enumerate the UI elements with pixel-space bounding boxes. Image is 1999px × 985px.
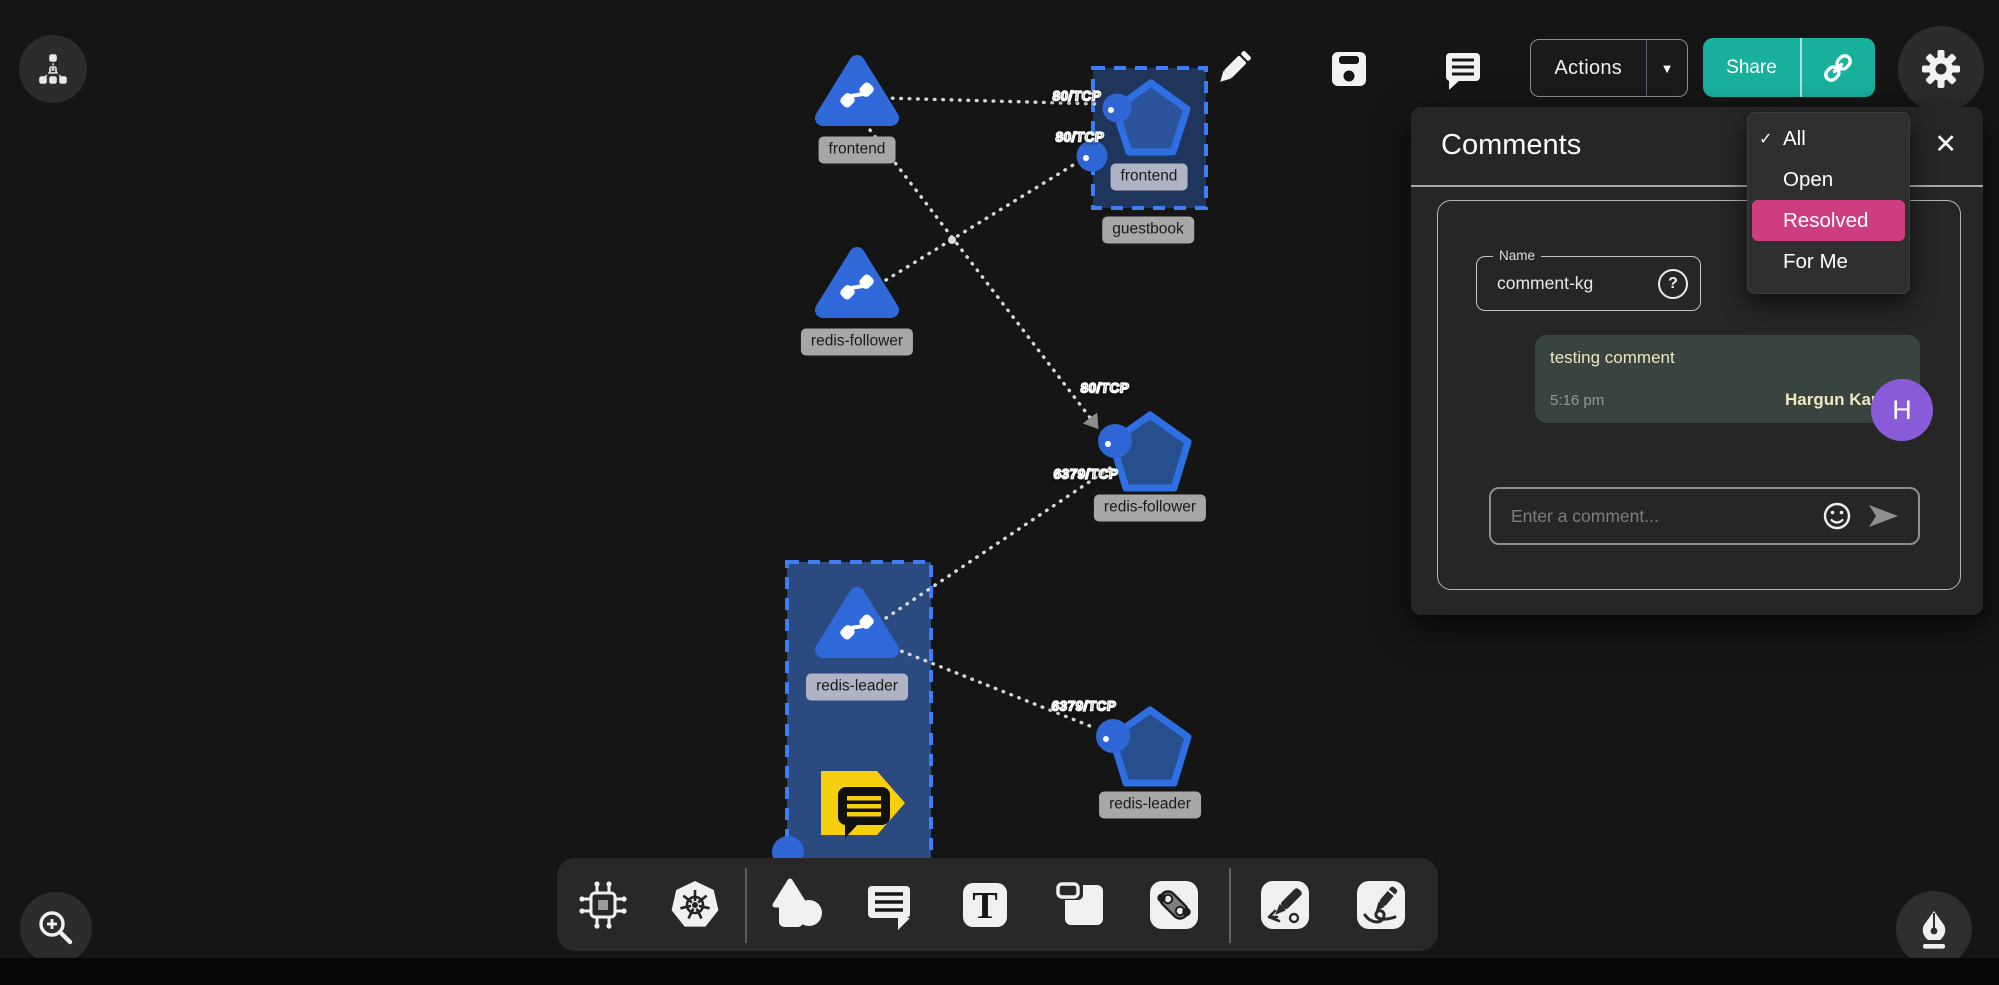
comment-composer[interactable] [1489,487,1920,545]
comment-input[interactable] [1491,489,1822,543]
toolbar-divider [745,868,747,943]
note-icon [1055,879,1107,931]
emoji-icon[interactable] [1822,501,1852,531]
node-label-frontend-service[interactable]: frontend [819,137,896,164]
send-icon[interactable] [1866,501,1900,531]
port-label: 80/TCP [1080,381,1130,396]
port-circle[interactable] [1077,141,1108,172]
kubernetes-icon [668,878,722,932]
node-label-redis-leader-pod[interactable]: redis-leader [1099,792,1201,819]
comment-item[interactable]: testing comment 5:16 pm Hargun Kaur H [1535,335,1920,423]
edge-redisfollower-guestbook [886,162,1078,280]
comment-tool-button[interactable] [864,880,914,930]
toolbar-divider [1229,868,1231,943]
help-icon[interactable]: ? [1658,269,1688,299]
canvas-bottom-strip [0,958,1999,985]
port-label: 80/TCP [1052,89,1102,104]
node-label-redis-follower-pod[interactable]: redis-follower [1094,495,1206,522]
port-label: 6379/TCP [1053,467,1119,482]
port-label: 80/TCP [1055,130,1105,145]
edge-crossing-dot [948,236,956,244]
text-tool-icon: T [959,879,1011,931]
node-label-guestbook-pod[interactable]: frontend [1111,164,1188,191]
edge-frontend-redisfollower [870,130,1098,428]
filter-option-all[interactable]: ✓ All [1748,118,1909,159]
node-label-guestbook-group[interactable]: guestbook [1102,217,1194,244]
filter-option-for-me[interactable]: For Me [1748,241,1909,282]
chain-link-icon [1147,878,1201,932]
connector-tool-button[interactable] [1147,878,1201,932]
filter-option-open[interactable]: Open [1748,159,1909,200]
port-circle[interactable] [1096,719,1130,753]
pencil-scribble-icon [1354,878,1408,932]
pen-tool-button[interactable] [1258,878,1312,932]
filter-option-resolved[interactable]: Resolved [1752,200,1905,241]
shapes-tool-button[interactable] [769,877,825,933]
kubernetes-tool-button[interactable] [668,878,722,932]
bottom-toolbar: T [557,858,1438,951]
chip-icon [577,879,629,931]
comment-text: testing comment [1550,348,1675,368]
comment-tool-icon [864,880,914,930]
panel-title: Comments [1441,129,1581,162]
note-tool-button[interactable] [1055,879,1107,931]
svg-text:T: T [972,885,997,927]
port-circle[interactable] [1098,424,1132,458]
port-label: 6379/TCP [1051,699,1117,714]
name-input[interactable] [1497,257,1637,310]
node-label-redis-leader-service[interactable]: redis-leader [806,674,908,701]
close-icon[interactable]: ✕ [1934,131,1957,158]
comment-timestamp: 5:16 pm [1550,392,1604,409]
node-label-redis-follower-service[interactable]: redis-follower [801,329,913,356]
pen-path-icon [1258,878,1312,932]
check-icon: ✓ [1759,129,1783,149]
service-node-redis-follower[interactable] [823,255,891,310]
port-circle[interactable] [1103,94,1132,123]
shapes-icon [769,877,825,933]
avatar: H [1871,379,1933,441]
scribble-tool-button[interactable] [1354,878,1408,932]
comments-filter-menu: ✓ All Open Resolved For Me [1747,112,1910,294]
text-tool-button[interactable]: T [959,879,1011,931]
service-node-frontend[interactable] [823,63,891,118]
edge-redisleader-redisfollower [886,468,1110,618]
architecture-tool-button[interactable] [577,879,629,931]
name-field[interactable]: Name ? [1476,256,1701,311]
app-canvas: frontend frontend guestbook redis-follow… [0,0,1999,985]
pod-node-redis-leader[interactable] [1096,710,1188,783]
